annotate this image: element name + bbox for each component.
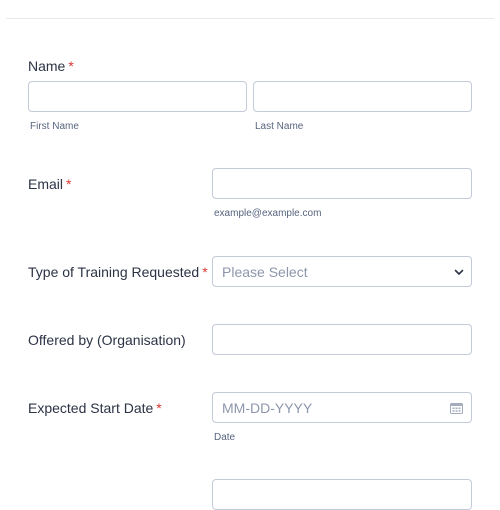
name-label-text: Name (28, 58, 66, 74)
start-date-label-text: Expected Start Date (28, 400, 154, 416)
training-type-label-text: Type of Training Requested (28, 264, 200, 280)
required-asterisk: * (68, 58, 74, 74)
start-date-sublabel: Date (214, 432, 236, 443)
name-label: Name * (28, 58, 74, 74)
first-name-input[interactable] (28, 81, 247, 112)
start-date-label: Expected Start Date * (28, 400, 162, 416)
training-type-select[interactable]: Please Select (212, 256, 472, 287)
first-name-sublabel: First Name (30, 121, 79, 132)
required-asterisk: * (66, 176, 72, 192)
offered-by-label: Offered by (Organisation) (28, 332, 186, 348)
training-type-label: Type of Training Requested * (28, 264, 208, 280)
required-asterisk: * (202, 264, 208, 280)
email-label: Email * (28, 176, 71, 192)
email-sublabel: example@example.com (214, 208, 322, 219)
offered-by-label-text: Offered by (Organisation) (28, 332, 186, 348)
start-date-placeholder: MM-DD-YYYY (222, 400, 313, 416)
start-date-input[interactable]: MM-DD-YYYY (212, 392, 472, 423)
required-asterisk: * (156, 400, 162, 416)
email-label-text: Email (28, 176, 64, 192)
offered-by-input[interactable] (212, 324, 472, 355)
last-name-input[interactable] (253, 81, 472, 112)
training-type-placeholder: Please Select (222, 264, 308, 280)
email-input[interactable] (212, 168, 472, 199)
top-divider (6, 18, 494, 19)
calendar-icon[interactable] (450, 402, 463, 414)
chevron-down-icon (454, 269, 464, 275)
last-name-sublabel: Last Name (255, 121, 304, 132)
